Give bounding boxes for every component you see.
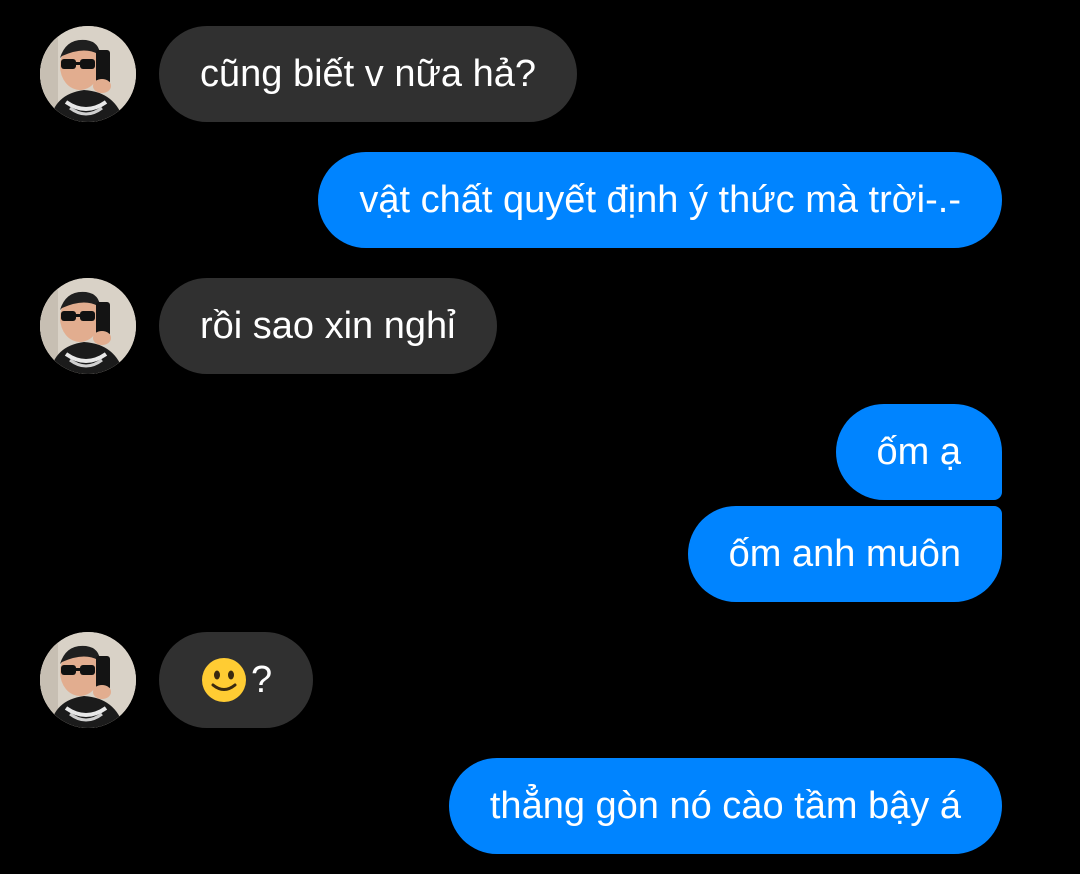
message-text: cũng biết v nữa hả? <box>200 53 537 95</box>
message-bubble-incoming[interactable]: rồi sao xin nghỉ <box>159 278 497 374</box>
message-text: thẳng gòn nó cào tầm bậy á <box>489 785 961 827</box>
message-bubble-outgoing[interactable]: ốm ạ <box>835 404 1002 500</box>
message-text: vật chất quyết định ý thức mà trời-.- <box>359 179 961 221</box>
message-text: ốm anh muôn <box>728 533 961 575</box>
contact-avatar[interactable] <box>40 278 136 374</box>
slightly-smiling-face-icon <box>200 656 248 704</box>
message-text: ốm ạ <box>876 431 961 473</box>
message-bubble-outgoing[interactable]: vật chất quyết định ý thức mà trời-.- <box>318 152 1002 248</box>
message-bubble-incoming[interactable]: cũng biết v nữa hả? <box>159 26 578 122</box>
contact-avatar[interactable] <box>40 632 136 728</box>
message-text: rồi sao xin nghỉ <box>200 305 456 347</box>
message-bubble-outgoing[interactable]: thẳng gòn nó cào tầm bậy á <box>448 758 1002 854</box>
contact-avatar[interactable] <box>40 26 136 122</box>
message-bubble-outgoing[interactable]: ốm anh muôn <box>687 506 1002 602</box>
message-bubble-incoming[interactable]: ? <box>159 632 314 728</box>
message-text: ? <box>251 659 273 701</box>
